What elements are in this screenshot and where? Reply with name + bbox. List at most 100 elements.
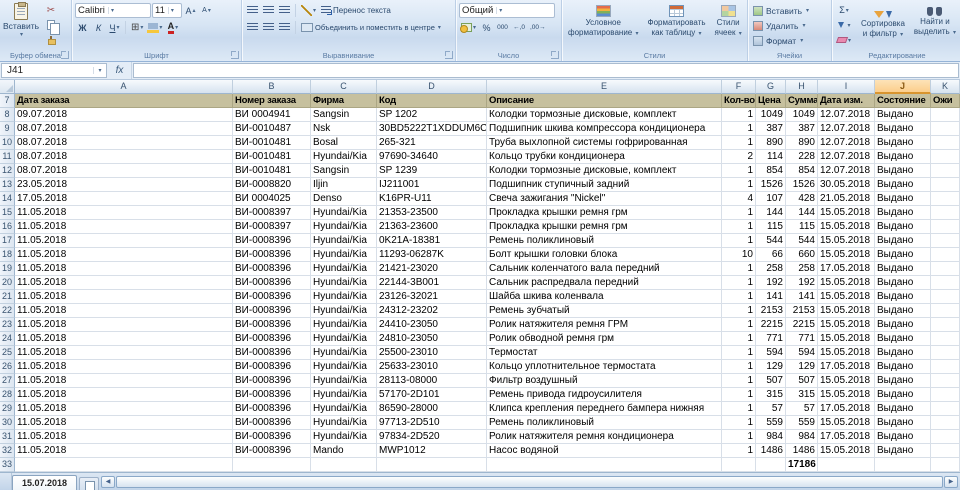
- cell[interactable]: ВИ-0008396: [233, 430, 311, 444]
- cell[interactable]: 57: [786, 402, 818, 416]
- cell[interactable]: 1: [722, 108, 756, 122]
- horizontal-scrollbar-thumb[interactable]: [116, 476, 943, 488]
- cell[interactable]: ВИ-0008396: [233, 346, 311, 360]
- cell[interactable]: [818, 458, 875, 472]
- scroll-left-button[interactable]: ◀: [101, 476, 115, 488]
- cell[interactable]: 387: [786, 122, 818, 136]
- orientation-button[interactable]: ▾: [299, 3, 318, 18]
- cell[interactable]: ВИ-0010481: [233, 150, 311, 164]
- cell[interactable]: Выдано: [875, 150, 931, 164]
- cell[interactable]: 66: [756, 248, 786, 262]
- column-header-H[interactable]: H: [786, 80, 818, 94]
- cell[interactable]: [931, 276, 960, 290]
- cell[interactable]: 144: [756, 206, 786, 220]
- cell[interactable]: ВИ-0010481: [233, 164, 311, 178]
- cell[interactable]: 4: [722, 192, 756, 206]
- cell[interactable]: Ремень поликлиновый: [487, 416, 722, 430]
- cell[interactable]: Кольцо трубки кондиционера: [487, 150, 722, 164]
- cell[interactable]: 15.05.2018: [818, 346, 875, 360]
- cell[interactable]: 17.05.2018: [15, 192, 233, 206]
- cell[interactable]: 15.05.2018: [818, 276, 875, 290]
- cell[interactable]: ВИ-0008396: [233, 248, 311, 262]
- cell[interactable]: 594: [786, 346, 818, 360]
- cell[interactable]: ВИ-0008820: [233, 178, 311, 192]
- find-select-button[interactable]: Найти и выделить ▾: [911, 3, 959, 47]
- cell[interactable]: ВИ-0008396: [233, 276, 311, 290]
- cell[interactable]: Фирма: [311, 94, 377, 108]
- cell[interactable]: ВИ-0008396: [233, 444, 311, 458]
- cell[interactable]: 854: [756, 164, 786, 178]
- cell[interactable]: Выдано: [875, 136, 931, 150]
- cell[interactable]: 15.05.2018: [818, 234, 875, 248]
- cell[interactable]: 12.07.2018: [818, 108, 875, 122]
- row-header-14[interactable]: 14: [0, 192, 15, 206]
- cell-styles-button[interactable]: Стили ячеек ▾: [712, 3, 745, 40]
- cell[interactable]: [931, 122, 960, 136]
- merge-center-button[interactable]: Объединить и поместить в центре▾: [299, 20, 443, 35]
- cell[interactable]: Дата изм.: [818, 94, 875, 108]
- cell[interactable]: 21421-23020: [377, 262, 487, 276]
- formula-input[interactable]: [133, 63, 959, 78]
- cell[interactable]: Номер заказа: [233, 94, 311, 108]
- row-header-7[interactable]: 7: [0, 94, 15, 108]
- scroll-right-button[interactable]: ▶: [944, 476, 958, 488]
- cell[interactable]: [931, 150, 960, 164]
- cell[interactable]: Hyundai/Kia: [311, 262, 377, 276]
- cell[interactable]: 428: [786, 192, 818, 206]
- cell[interactable]: 228: [786, 150, 818, 164]
- align-top-button[interactable]: [245, 3, 260, 18]
- cell[interactable]: Выдано: [875, 248, 931, 262]
- paste-button[interactable]: Вставить ▾: [3, 3, 39, 47]
- cell[interactable]: SP 1202: [377, 108, 487, 122]
- cell[interactable]: 11.05.2018: [15, 374, 233, 388]
- row-header-26[interactable]: 26: [0, 360, 15, 374]
- cell[interactable]: 2215: [756, 318, 786, 332]
- cell[interactable]: Hyundai/Kia: [311, 206, 377, 220]
- cell[interactable]: Выдано: [875, 318, 931, 332]
- cell[interactable]: 594: [756, 346, 786, 360]
- conditional-formatting-button[interactable]: Условное форматирование ▾: [565, 3, 641, 40]
- cell[interactable]: 1: [722, 290, 756, 304]
- cell[interactable]: 854: [786, 164, 818, 178]
- cell[interactable]: 11.05.2018: [15, 346, 233, 360]
- cell[interactable]: 30BD5222T1XDDUM6CG01: [377, 122, 487, 136]
- cell[interactable]: 141: [756, 290, 786, 304]
- cell[interactable]: 315: [756, 388, 786, 402]
- cell[interactable]: [722, 458, 756, 472]
- cell[interactable]: Hyundai/Kia: [311, 248, 377, 262]
- cell[interactable]: 15.05.2018: [818, 248, 875, 262]
- cell[interactable]: [931, 206, 960, 220]
- sheet-tab[interactable]: 15.07.2018: [12, 475, 77, 490]
- cell[interactable]: ВИ-0008396: [233, 304, 311, 318]
- row-header-21[interactable]: 21: [0, 290, 15, 304]
- autosum-button[interactable]: Σ▾: [835, 3, 853, 17]
- cell[interactable]: Прокладка крышки ремня грм: [487, 220, 722, 234]
- cell[interactable]: 265-321: [377, 136, 487, 150]
- cell[interactable]: 21353-23500: [377, 206, 487, 220]
- column-header-I[interactable]: I: [818, 80, 875, 94]
- row-header-16[interactable]: 16: [0, 220, 15, 234]
- decrease-font-button[interactable]: А▾: [199, 3, 214, 18]
- cell[interactable]: Описание: [487, 94, 722, 108]
- cell[interactable]: 2215: [786, 318, 818, 332]
- row-header-23[interactable]: 23: [0, 318, 15, 332]
- row-header-10[interactable]: 10: [0, 136, 15, 150]
- cut-button[interactable]: ✂: [42, 3, 60, 17]
- cell[interactable]: 15.05.2018: [818, 220, 875, 234]
- row-header-31[interactable]: 31: [0, 430, 15, 444]
- cell[interactable]: Hyundai/Kia: [311, 360, 377, 374]
- accounting-format-button[interactable]: ▾: [459, 20, 478, 35]
- select-all-corner[interactable]: [0, 80, 15, 94]
- cell[interactable]: Выдано: [875, 220, 931, 234]
- cell[interactable]: Hyundai/Kia: [311, 304, 377, 318]
- cell[interactable]: K16PR-U11: [377, 192, 487, 206]
- cell[interactable]: [931, 388, 960, 402]
- cell[interactable]: Шайба шкива коленвала: [487, 290, 722, 304]
- cell[interactable]: Hyundai/Kia: [311, 402, 377, 416]
- cell[interactable]: 544: [756, 234, 786, 248]
- cell[interactable]: 24410-23050: [377, 318, 487, 332]
- cell[interactable]: 1: [722, 360, 756, 374]
- cell[interactable]: 24810-23050: [377, 332, 487, 346]
- cell[interactable]: ВИ-0008396: [233, 374, 311, 388]
- cell[interactable]: 11.05.2018: [15, 276, 233, 290]
